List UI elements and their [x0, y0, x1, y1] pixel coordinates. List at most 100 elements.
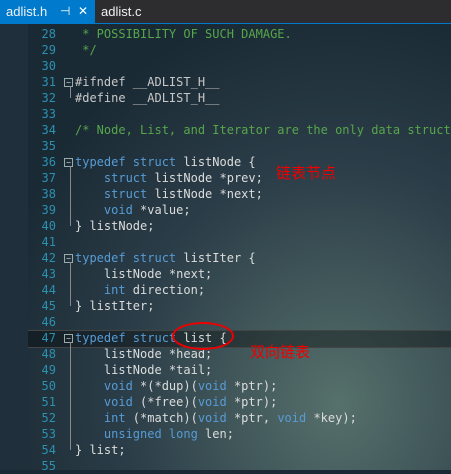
- code-line[interactable]: 33: [0, 106, 451, 122]
- code-token: void: [75, 203, 133, 217]
- code-token: listNode {: [176, 155, 256, 169]
- line-number: 54: [41, 443, 56, 457]
- code-token: * POSSIBILITY OF SUCH DAMAGE.: [75, 27, 292, 41]
- code-token: int: [75, 283, 126, 297]
- annotation-double-linked-list: 双向链表: [250, 343, 311, 361]
- code-token: void: [197, 379, 227, 393]
- code-line[interactable]: 53 unsigned long len;: [0, 426, 451, 442]
- code-text: */: [75, 42, 96, 58]
- code-token: (*match)(: [125, 411, 198, 425]
- code-line[interactable]: 45} listIter;: [0, 298, 451, 314]
- line-number: 53: [41, 427, 56, 441]
- code-token: *ptr);: [226, 379, 278, 393]
- code-text: } list;: [75, 442, 126, 458]
- line-number: 46: [41, 315, 56, 329]
- line-number: 28: [41, 27, 56, 41]
- fold-toggle-icon[interactable]: −: [64, 254, 73, 263]
- code-token: #define __ADLIST_H__: [75, 91, 220, 105]
- code-token: direction;: [125, 283, 206, 297]
- code-text: * POSSIBILITY OF SUCH DAMAGE.: [75, 26, 292, 42]
- code-line[interactable]: 35: [0, 138, 451, 154]
- code-line[interactable]: 29 */: [0, 42, 451, 58]
- code-token: void: [197, 411, 227, 425]
- code-token: /* Node, List, and Iterator are the only…: [75, 123, 451, 137]
- code-token: listNode *tail;: [75, 363, 213, 377]
- fold-toggle-icon[interactable]: −: [64, 158, 73, 167]
- line-number: 48: [41, 347, 56, 361]
- line-number: 32: [41, 91, 56, 105]
- code-line[interactable]: 50 void *(*dup)(void *ptr);: [0, 378, 451, 394]
- highlight-circle: [172, 322, 234, 350]
- code-line[interactable]: 48 listNode *head;: [0, 346, 451, 362]
- code-text: } listNode;: [75, 218, 154, 234]
- code-token: } listIter;: [75, 299, 155, 313]
- code-token: #ifndef __ADLIST_H__: [75, 75, 220, 89]
- code-text: void *value;: [75, 202, 191, 218]
- tab-adlist-c[interactable]: adlist.c: [95, 0, 155, 23]
- code-token: *key);: [306, 411, 357, 425]
- code-line[interactable]: 31− #ifndef __ADLIST_H__: [0, 74, 451, 90]
- code-text: listNode *tail;: [75, 362, 212, 378]
- code-text: struct listNode *prev;: [75, 170, 263, 186]
- code-token: } list;: [75, 443, 126, 457]
- line-number: 35: [41, 139, 56, 153]
- code-text: void (*free)(void *ptr);: [75, 394, 277, 410]
- code-text: unsigned long len;: [75, 426, 234, 442]
- code-text: typedef struct listIter {: [75, 250, 256, 266]
- code-line[interactable]: 44 int direction;: [0, 282, 451, 298]
- code-token: listNode *next;: [75, 267, 213, 281]
- code-line[interactable]: 43 listNode *next;: [0, 266, 451, 282]
- code-token: unsigned long: [75, 427, 198, 441]
- code-line[interactable]: 28 * POSSIBILITY OF SUCH DAMAGE.: [0, 26, 451, 42]
- code-token: typedef struct: [75, 155, 177, 169]
- line-number: 34: [41, 123, 56, 137]
- line-number: 55: [41, 459, 56, 473]
- line-number: 47: [41, 331, 56, 345]
- close-icon[interactable]: ✕: [78, 0, 88, 23]
- code-line[interactable]: 37 struct listNode *prev;: [0, 170, 451, 186]
- line-number: 37: [41, 171, 56, 185]
- code-token: void: [75, 395, 133, 409]
- code-text: void *(*dup)(void *ptr);: [75, 378, 277, 394]
- code-lines[interactable]: 28 * POSSIBILITY OF SUCH DAMAGE. 29 */30 3…: [0, 26, 451, 474]
- code-line[interactable]: 40 } listNode;: [0, 218, 451, 234]
- code-line[interactable]: 38 struct listNode *next;: [0, 186, 451, 202]
- code-text: listNode *next;: [75, 266, 212, 282]
- code-token: void: [75, 379, 133, 393]
- code-line[interactable]: 51 void (*free)(void *ptr);: [0, 394, 451, 410]
- line-number: 49: [41, 363, 56, 377]
- code-token: int: [75, 411, 126, 425]
- code-line[interactable]: 34 /* Node, List, and Iterator are the on…: [0, 122, 451, 138]
- fold-guide: [70, 342, 71, 450]
- code-line[interactable]: 36− typedef struct listNode {: [0, 154, 451, 170]
- code-token: struct: [75, 187, 148, 201]
- code-line[interactable]: 49 listNode *tail;: [0, 362, 451, 378]
- line-number: 41: [41, 235, 56, 249]
- code-token: *ptr,: [226, 411, 278, 425]
- code-line[interactable]: 30: [0, 58, 451, 74]
- code-line[interactable]: 54 } list;: [0, 442, 451, 458]
- code-line[interactable]: 41: [0, 234, 451, 250]
- code-line[interactable]: 52 int (*match)(void *ptr, void *key);: [0, 410, 451, 426]
- code-line[interactable]: 42− typedef struct listIter {: [0, 250, 451, 266]
- code-text: #ifndef __ADLIST_H__: [75, 74, 220, 90]
- code-text: int (*match)(void *ptr, void *key);: [75, 410, 357, 426]
- code-token: listNode *prev;: [147, 171, 263, 185]
- code-line[interactable]: 32 #define __ADLIST_H__: [0, 90, 451, 106]
- code-token: *value;: [132, 203, 191, 217]
- line-number: 40: [41, 219, 56, 233]
- code-token: struct: [75, 171, 148, 185]
- code-line[interactable]: 39 void *value;: [0, 202, 451, 218]
- fold-toggle-icon[interactable]: −: [64, 334, 73, 343]
- tab-label: adlist.h: [6, 4, 48, 19]
- code-text: struct listNode *next;: [75, 186, 263, 202]
- tab-adlist-h[interactable]: adlist.h ⊣ ✕: [0, 0, 95, 23]
- code-line[interactable]: 55: [0, 458, 451, 474]
- line-number: 51: [41, 395, 56, 409]
- fold-toggle-icon[interactable]: −: [64, 78, 73, 87]
- code-token: len;: [197, 427, 234, 441]
- pin-icon[interactable]: ⊣: [60, 0, 70, 23]
- annotation-list-node: 链表节点: [276, 164, 337, 182]
- line-number: 42: [41, 251, 56, 265]
- tab-bar: adlist.h ⊣ ✕ adlist.c: [0, 0, 451, 24]
